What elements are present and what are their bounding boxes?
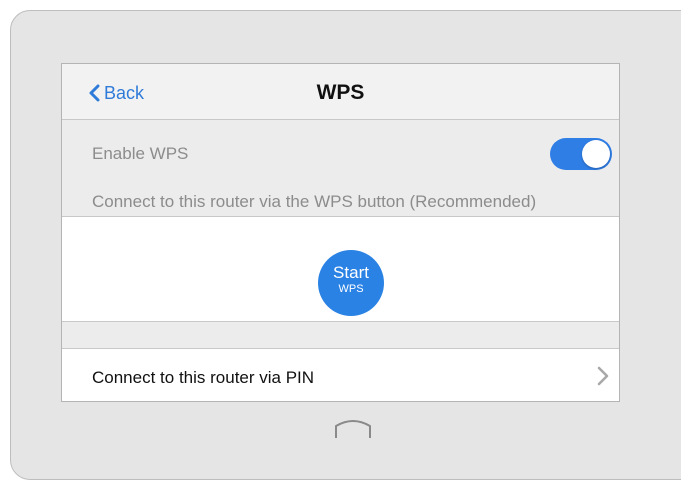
enable-wps-toggle[interactable] xyxy=(550,138,612,170)
start-wps-main-label: Start xyxy=(333,263,369,282)
wps-settings-section: Enable WPS Connect to this router via th… xyxy=(62,120,619,217)
section-divider xyxy=(62,322,619,349)
wps-button-section-label: Connect to this router via the WPS butto… xyxy=(92,192,537,211)
chevron-right-icon xyxy=(597,366,609,386)
home-button-icon[interactable] xyxy=(333,418,373,440)
wps-screen: Back WPS Enable WPS Connect to this rout… xyxy=(61,63,620,402)
connect-via-pin-label: Connect to this router via PIN xyxy=(92,368,315,387)
page-title: WPS xyxy=(316,81,365,104)
connect-via-pin-row[interactable]: Connect to this router via PIN xyxy=(62,349,619,401)
start-wps-area: Start WPS xyxy=(62,217,619,322)
toggle-knob xyxy=(582,140,610,168)
start-wps-button[interactable]: Start WPS xyxy=(318,250,384,316)
nav-bar: Back WPS xyxy=(62,64,619,120)
start-wps-sub-label: WPS xyxy=(338,283,364,295)
enable-wps-label: Enable WPS xyxy=(92,144,189,163)
